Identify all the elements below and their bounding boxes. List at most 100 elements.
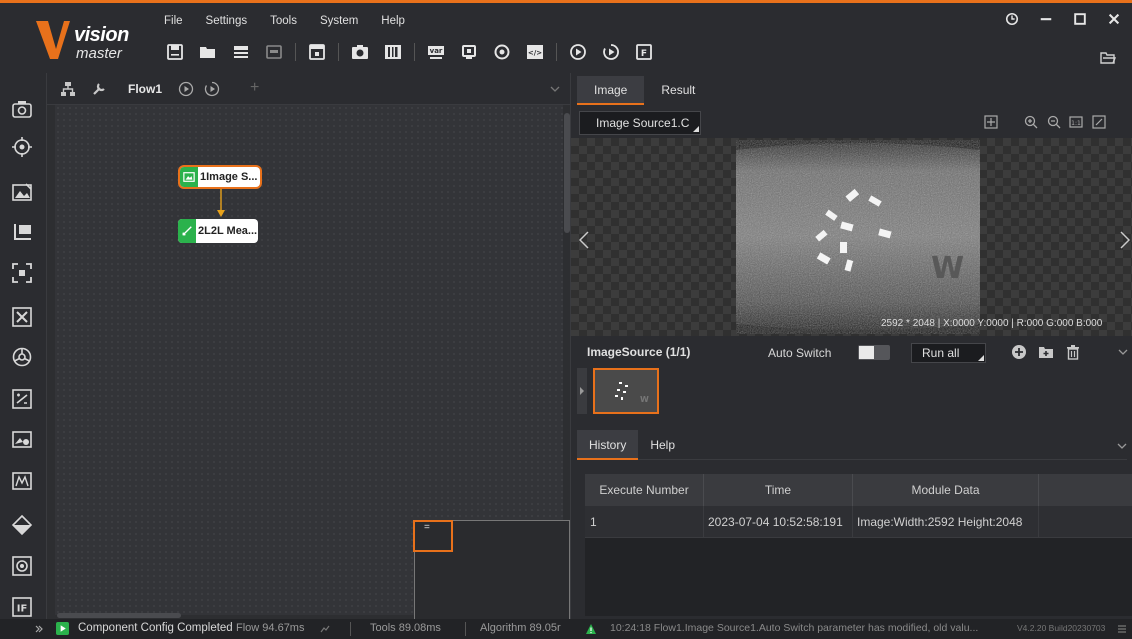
minimap-viewport[interactable]: = [413,520,453,552]
cell-module-data: Image:Width:2592 Height:2048 [853,506,1039,538]
file-icon[interactable]: F [632,40,656,64]
svg-text:F: F [641,49,647,59]
log-list-icon[interactable] [1117,624,1127,634]
logo-subtext: master [76,45,122,62]
vision-master-logo: vision master [30,15,140,67]
maximize-icon[interactable] [1072,11,1088,27]
open-folder-icon[interactable] [196,40,220,64]
tab-flow1[interactable]: Flow1 [128,82,162,96]
flow-node-image-source[interactable]: 1Image S... [178,165,262,189]
script-icon[interactable]: </> [523,40,547,64]
chevron-down-icon[interactable] [1118,348,1128,356]
wrench-icon[interactable] [91,81,107,97]
image-thumbnail[interactable]: W [593,368,659,414]
column-empty [1039,474,1132,506]
auto-switch-label: Auto Switch [768,346,832,360]
zoom-out-icon[interactable] [1047,115,1061,129]
logic-tool-icon[interactable] [10,387,34,411]
thumbnail-scroll-left[interactable] [577,368,587,414]
history-tabs: History Help [577,430,1127,460]
image-viewer[interactable]: W 2592 * 2048 | X:0000 Y:0000 | R:000 G:… [571,138,1132,336]
node-label: 2L2L Mea... [198,225,258,237]
svg-text:IF: IF [17,604,28,615]
image-processing-icon[interactable] [10,180,34,204]
image-source-select[interactable]: Image Source1.C [579,111,701,135]
flow-tab-bar: Flow1 + [47,73,570,105]
run-once-icon[interactable] [566,40,590,64]
variable-icon[interactable]: var [424,40,448,64]
global-icon[interactable] [490,40,514,64]
svg-text:W: W [640,395,649,404]
run-loop-icon[interactable] [599,40,623,64]
history-panel: History Help Execute Number Time Module … [571,425,1132,619]
tab-help[interactable]: Help [638,430,687,460]
run-mode-select[interactable]: Run all [911,343,986,363]
comparison-icon[interactable] [10,345,34,369]
always-on-top-icon[interactable] [1004,11,1020,27]
redo-icon[interactable] [262,40,286,64]
expand-arrow-icon[interactable] [35,625,43,633]
delete-icon[interactable] [1065,344,1081,360]
table-row[interactable]: 1 2023-07-04 10:52:58:191 Image:Width:25… [585,506,1132,538]
prev-image-icon[interactable] [579,231,589,249]
select-corner-icon [693,126,699,132]
positioning-icon[interactable] [10,135,34,159]
recognition-icon[interactable] [10,261,34,285]
image-generation-icon[interactable] [10,428,34,452]
main-toolbar: var </> F [163,37,665,67]
add-image-icon[interactable] [1011,344,1027,360]
menu-file[interactable]: File [164,15,183,27]
menu-help[interactable]: Help [381,15,405,27]
deep-learning-icon[interactable] [10,469,34,493]
chevron-down-icon[interactable] [550,85,560,93]
chart-icon[interactable] [320,624,330,634]
communication-icon[interactable] [457,40,481,64]
calculator-icon[interactable] [305,40,329,64]
expand-icon[interactable] [1092,115,1106,129]
column-module-data[interactable]: Module Data [853,474,1039,506]
menu-tools[interactable]: Tools [270,15,297,27]
cell-number: 1 [585,506,704,538]
open-solution-icon[interactable] [1100,51,1116,65]
toolbar-separator [338,43,339,61]
flow-canvas[interactable]: 1Image S... 2L2L Mea... = [55,105,570,639]
fit-window-icon[interactable] [984,115,998,129]
flow-structure-icon[interactable] [60,81,76,97]
calibration-icon[interactable] [10,305,34,329]
barcode-icon[interactable] [381,40,405,64]
toolbar-separator [295,43,296,61]
tab-image[interactable]: Image [577,76,645,105]
image-source-label: ImageSource (1/1) [587,345,691,359]
undo-icon[interactable] [229,40,253,64]
thumbnail-strip: W [577,368,1132,424]
flow-node-l2l-measure[interactable]: 2L2L Mea... [178,219,258,243]
column-execute-number[interactable]: Execute Number [585,474,704,506]
measurement-icon[interactable] [10,220,34,244]
communication-tool-icon[interactable] [10,554,34,578]
if-module-icon[interactable]: IF [10,595,34,619]
menu-system[interactable]: System [320,15,358,27]
menu-settings[interactable]: Settings [206,15,248,27]
save-icon[interactable] [163,40,187,64]
node-label: 1Image S... [200,171,258,183]
column-time[interactable]: Time [704,474,853,506]
camera-icon[interactable] [348,40,372,64]
flow-horizontal-scrollbar[interactable] [57,613,181,618]
flow-run-loop-icon[interactable] [204,81,220,97]
close-icon[interactable] [1106,11,1122,27]
add-flow-button[interactable]: + [250,79,259,97]
tab-history[interactable]: History [577,430,639,460]
color-processing-icon[interactable] [10,513,34,537]
chevron-down-icon[interactable] [1117,442,1127,450]
actual-size-icon[interactable]: 1:1 [1069,115,1083,129]
svg-text:1:1: 1:1 [1071,120,1081,127]
zoom-in-icon[interactable] [1024,115,1038,129]
minimize-icon[interactable] [1038,11,1054,27]
add-folder-icon[interactable] [1038,344,1054,360]
auto-switch-toggle[interactable] [858,345,890,360]
tab-result[interactable]: Result [644,76,712,105]
next-image-icon[interactable] [1120,231,1130,249]
image-acquisition-icon[interactable] [10,97,34,121]
logo-text: vision [74,24,129,46]
flow-run-once-icon[interactable] [178,81,194,97]
